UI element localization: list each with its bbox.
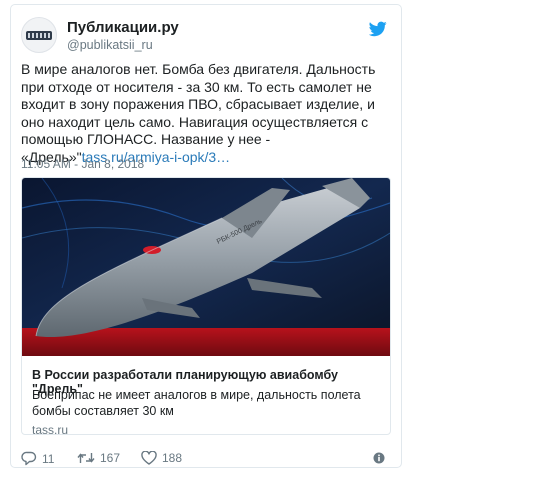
like-count: 188: [162, 451, 183, 465]
card-domain: tass.ru: [32, 423, 69, 435]
tweet-text: В мире аналогов нет. Бомба без двигателя…: [21, 61, 393, 166]
embedded-tweet: Публикации.ру @publikatsii_ru В мире ана…: [10, 4, 402, 468]
twitter-bird-icon[interactable]: [369, 21, 387, 37]
link-card[interactable]: РБК-500 Дрель В России разработали плани…: [21, 177, 391, 435]
tweet-timestamp[interactable]: 11:05 AM - Jan 8, 2018: [21, 157, 144, 171]
retweet-icon: [77, 453, 95, 463]
reply-count: 11: [42, 451, 55, 466]
reply-button[interactable]: 11: [21, 451, 54, 466]
heart-icon: [141, 451, 157, 465]
reply-icon: [21, 451, 37, 466]
info-icon[interactable]: [373, 452, 385, 464]
card-image: РБК-500 Дрель: [22, 178, 390, 356]
author-name[interactable]: Публикации.ру: [67, 19, 179, 36]
avatar[interactable]: [21, 17, 57, 53]
card-description: Боеприпас не имеет аналогов в мире, даль…: [32, 388, 361, 418]
retweet-count: 167: [100, 451, 121, 465]
tweet-actions: 11 167 188: [21, 451, 393, 467]
like-button[interactable]: 188: [141, 451, 182, 465]
retweet-button[interactable]: 167: [77, 451, 120, 465]
tweet-header: Публикации.ру @publikatsii_ru: [21, 17, 393, 57]
author-handle[interactable]: @publikatsii_ru: [67, 38, 153, 52]
